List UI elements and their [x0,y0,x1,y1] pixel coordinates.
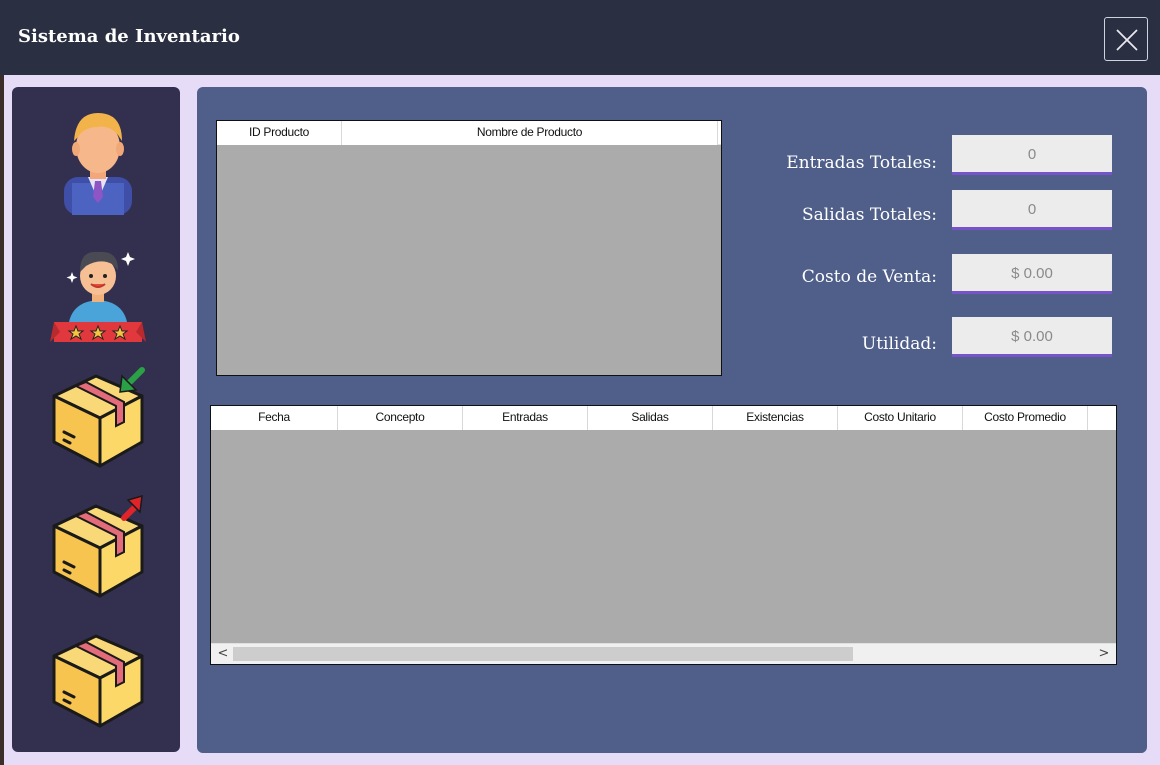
products-grid[interactable]: ID Producto Nombre de Producto [216,120,722,376]
costo-venta-field: $ 0.00 [952,254,1112,294]
scroll-thumb[interactable] [233,647,853,661]
horizontal-scrollbar[interactable]: < > [211,643,1116,664]
title-bar: Sistema de Inventario [0,0,1160,75]
sidebar-item-entradas[interactable] [50,362,146,472]
customer-rating-icon [50,251,146,342]
column-header[interactable]: Entradas [463,406,588,430]
sidebar [12,87,180,752]
main-panel: ID Producto Nombre de Producto Entradas … [197,87,1147,753]
box-outbound-icon [52,494,144,598]
movements-grid[interactable]: Fecha Concepto Entradas Salidas Existenc… [210,405,1117,665]
window-title: Sistema de Inventario [18,26,240,47]
costo-venta-label: Costo de Venta: [801,267,937,287]
sidebar-item-user[interactable] [50,105,146,215]
scroll-right-button[interactable]: > [1094,644,1114,664]
column-header[interactable]: Costo Unitario [838,406,963,430]
movements-grid-header: Fecha Concepto Entradas Salidas Existenc… [211,406,1116,430]
sidebar-item-inventario[interactable] [50,622,146,732]
utilidad-label: Utilidad: [861,334,937,354]
products-grid-header: ID Producto Nombre de Producto [217,121,721,145]
utilidad-field: $ 0.00 [952,317,1112,357]
box-inventory-icon [52,634,144,728]
column-header[interactable]: Existencias [713,406,838,430]
close-icon [1116,29,1138,51]
column-header[interactable]: Concepto [338,406,463,430]
close-button[interactable] [1104,17,1148,61]
column-header[interactable]: Salidas [588,406,713,430]
column-header-filler [1088,406,1116,430]
sidebar-item-customers[interactable] [50,232,146,342]
column-header[interactable]: ID Producto [217,121,342,145]
column-header[interactable]: Nombre de Producto [342,121,718,145]
column-header[interactable]: Costo Promedio [963,406,1088,430]
scroll-left-button[interactable]: < [213,644,233,664]
entradas-totales-field: 0 [952,135,1112,175]
sidebar-item-salidas[interactable] [50,492,146,602]
user-avatar-icon [64,113,132,215]
entradas-totales-label: Entradas Totales: [786,153,937,173]
column-header[interactable]: Fecha [211,406,338,430]
box-inbound-icon [52,367,145,468]
window-edge [0,75,4,765]
salidas-totales-label: Salidas Totales: [802,205,937,225]
salidas-totales-field: 0 [952,190,1112,230]
